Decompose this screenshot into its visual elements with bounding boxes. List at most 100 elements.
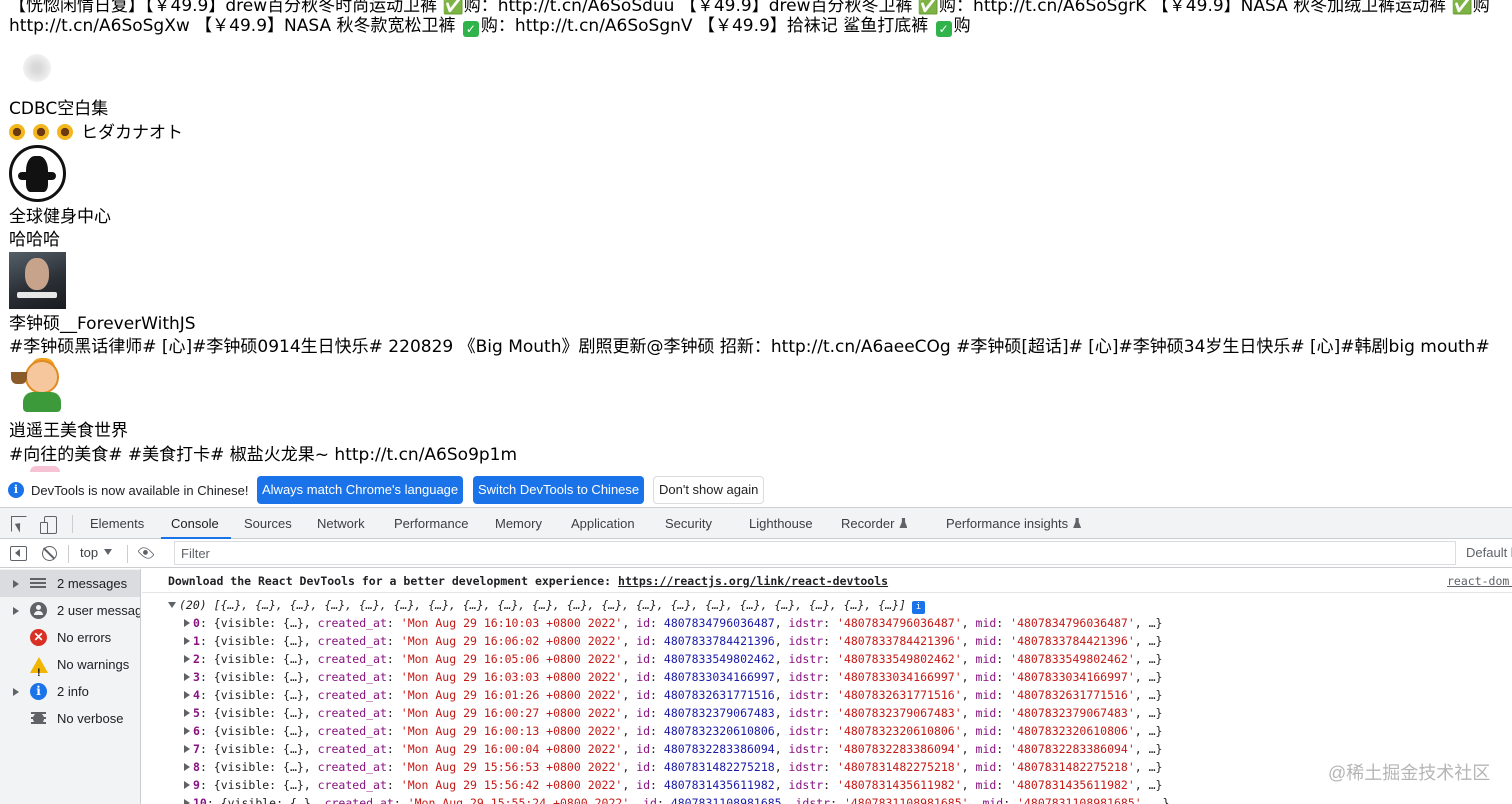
log-levels-dropdown[interactable]: Default levels: [1466, 545, 1512, 560]
sidebar-item-verbose[interactable]: No verbose: [0, 705, 140, 732]
live-expression-eye-icon[interactable]: [137, 544, 155, 562]
expand-arrow-icon[interactable]: [184, 763, 190, 771]
always-match-language-button[interactable]: Always match Chrome's language: [257, 476, 464, 504]
clear-console-icon[interactable]: [42, 546, 57, 561]
avatar[interactable]: [30, 466, 60, 472]
post-author[interactable]: 逍遥王美食世界: [9, 420, 128, 443]
tab-elements[interactable]: Elements: [90, 508, 144, 539]
punct: :: [650, 778, 664, 792]
array-row[interactable]: 6: {visible: {…}, created_at: 'Mon Aug 2…: [184, 722, 1512, 740]
tab-performance[interactable]: Performance: [394, 508, 468, 539]
avatar[interactable]: [9, 252, 66, 309]
row-index: 5: [193, 706, 200, 720]
array-row[interactable]: 8: {visible: {…}, created_at: 'Mon Aug 2…: [184, 758, 1512, 776]
sidebar-item-messages[interactable]: 2 messages: [0, 570, 140, 597]
array-row[interactable]: 3: {visible: {…}, created_at: 'Mon Aug 2…: [184, 668, 1512, 686]
punct: :: [386, 706, 401, 720]
context-selector[interactable]: top: [80, 545, 113, 560]
device-toolbar-icon[interactable]: [40, 516, 57, 534]
console-output[interactable]: Download the React DevTools for a better…: [142, 569, 1512, 804]
expand-arrow-icon[interactable]: [13, 580, 19, 588]
tab-security[interactable]: Security: [665, 508, 712, 539]
expand-arrow-icon[interactable]: [184, 727, 190, 735]
key-mid: mid: [975, 670, 997, 684]
expand-arrow-icon[interactable]: [184, 781, 190, 789]
avatar[interactable]: [9, 358, 66, 415]
divider: [72, 515, 73, 533]
inspect-element-icon[interactable]: [11, 516, 27, 532]
expand-arrow-icon[interactable]: [184, 655, 190, 663]
array-row[interactable]: 5: {visible: {…}, created_at: 'Mon Aug 2…: [184, 704, 1512, 722]
sidebar-item-warnings[interactable]: No warnings: [0, 651, 140, 678]
row-id: 4807831108981685: [670, 796, 782, 804]
sidebar-item-errors[interactable]: ✕ No errors: [0, 624, 140, 651]
sidebar-toggle-icon[interactable]: [10, 546, 27, 561]
post-author[interactable]: CDBC空白集: [9, 98, 108, 121]
info-badge-icon[interactable]: i: [911, 601, 925, 614]
row-mid: '4807832631771516': [1010, 688, 1135, 702]
tab-application[interactable]: Application: [571, 508, 635, 539]
expand-arrow-icon[interactable]: [184, 673, 190, 681]
key-id: id: [636, 688, 651, 702]
array-row[interactable]: 9: {visible: {…}, created_at: 'Mon Aug 2…: [184, 776, 1512, 794]
punct: ,: [961, 724, 976, 738]
row-idstr: '4807833549802462': [837, 652, 962, 666]
row-visible: {visible: {…},: [213, 670, 318, 684]
tab-lighthouse[interactable]: Lighthouse: [749, 508, 813, 539]
sidebar-item-label: 2 user messages: [57, 603, 140, 618]
expand-arrow-icon[interactable]: [184, 691, 190, 699]
array-row[interactable]: 10: {visible: {…}, created_at: 'Mon Aug …: [184, 794, 1512, 804]
row-created-at: 'Mon Aug 29 16:03:03 +0800 2022': [400, 670, 623, 684]
expand-arrow-icon[interactable]: [184, 799, 190, 804]
expand-arrow-icon[interactable]: [184, 619, 190, 627]
react-devtools-link[interactable]: https://reactjs.org/link/react-devtools: [618, 574, 888, 588]
filter-input[interactable]: [174, 541, 1456, 565]
tab-sources[interactable]: Sources: [244, 508, 292, 539]
tab-console[interactable]: Console: [161, 508, 231, 539]
switch-to-chinese-button[interactable]: Switch DevTools to Chinese: [473, 476, 645, 504]
array-row[interactable]: 0: {visible: {…}, created_at: 'Mon Aug 2…: [184, 614, 1512, 632]
sunflower-icon: [57, 124, 73, 140]
row-created-at: 'Mon Aug 29 16:01:26 +0800 2022': [400, 688, 623, 702]
post-text: #向往的美食# #美食打卡# 椒盐火龙果~ http://t.cn/A6So9p…: [9, 445, 518, 465]
row-mid: '4807834796036487': [1010, 616, 1135, 630]
avatar[interactable]: [9, 145, 66, 202]
check-icon: ✓: [935, 21, 952, 37]
expand-arrow-icon[interactable]: [13, 607, 19, 615]
array-row[interactable]: 1: {visible: {…}, created_at: 'Mon Aug 2…: [184, 632, 1512, 650]
tab-performance-insights[interactable]: Performance insights: [946, 508, 1082, 539]
array-row[interactable]: 2: {visible: {…}, created_at: 'Mon Aug 2…: [184, 650, 1512, 668]
post-author[interactable]: 李钟硕__ForeverWithJS: [9, 313, 196, 336]
sidebar-item-info[interactable]: i 2 info: [0, 678, 140, 705]
sidebar-item-user-messages[interactable]: 2 user messages: [0, 597, 140, 624]
expand-arrow-icon[interactable]: [13, 688, 19, 696]
punct: ,: [961, 742, 976, 756]
punct: ,: [961, 634, 976, 648]
array-summary[interactable]: (20) [{…}, {…}, {…}, {…}, {…}, {…}, {…},…: [168, 596, 1512, 614]
tab-memory[interactable]: Memory: [495, 508, 542, 539]
expand-arrow-icon[interactable]: [184, 637, 190, 645]
key-idstr: idstr: [788, 634, 824, 648]
dont-show-again-button[interactable]: Don't show again: [653, 476, 765, 504]
key-mid: mid: [975, 706, 997, 720]
array-row[interactable]: 7: {visible: {…}, created_at: 'Mon Aug 2…: [184, 740, 1512, 758]
message-source-link[interactable]: react-dom.development.js: [1447, 569, 1512, 593]
punct: :: [823, 706, 838, 720]
collapse-arrow-icon[interactable]: [168, 602, 176, 608]
punct: :: [650, 706, 664, 720]
tab-recorder[interactable]: Recorder: [841, 508, 908, 539]
tab-network[interactable]: Network: [317, 508, 365, 539]
post-author[interactable]: 全球健身中心: [9, 206, 111, 229]
post-text: #李钟硕黑话律师# [心]#李钟硕0914生日快乐# 220829 《Big M…: [9, 337, 1490, 357]
key-mid: mid: [975, 688, 997, 702]
array-row[interactable]: 4: {visible: {…}, created_at: 'Mon Aug 2…: [184, 686, 1512, 704]
punct: :: [823, 724, 838, 738]
key-id: id: [643, 796, 657, 804]
expand-arrow-icon[interactable]: [184, 709, 190, 717]
avatar[interactable]: [9, 40, 65, 96]
row-id: 4807831482275218: [663, 760, 775, 774]
punct: :: [996, 706, 1011, 720]
punct: ,: [961, 670, 976, 684]
expand-arrow-icon[interactable]: [184, 745, 190, 753]
row-idstr: '4807832320610806': [837, 724, 962, 738]
